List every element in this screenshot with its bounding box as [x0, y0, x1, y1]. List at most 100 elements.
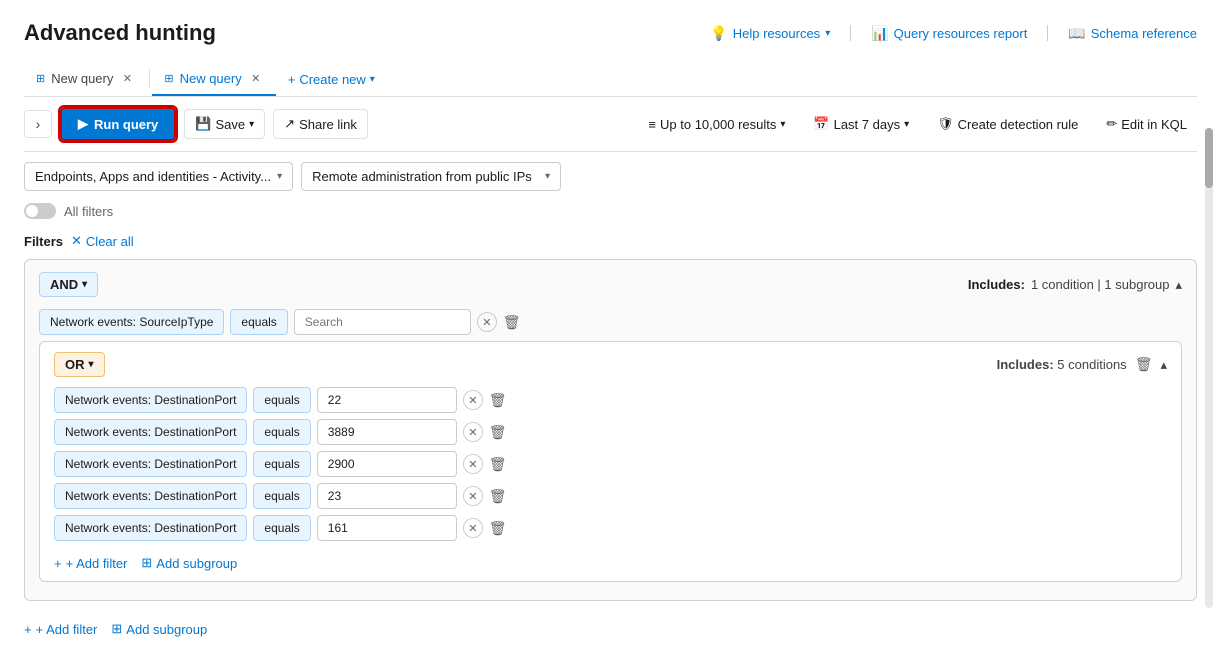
- all-filters-toggle[interactable]: [24, 203, 56, 219]
- sub-delete-0[interactable]: 🗑: [489, 392, 507, 409]
- and-chevron: ▾: [82, 279, 87, 290]
- top-condition-op: equals: [230, 309, 287, 335]
- sub-add-subgroup-icon: ⊞: [141, 555, 152, 571]
- sub-op-1: equals: [253, 419, 310, 445]
- subgroup-or: OR ▾ Includes: 5 conditions 🗑 ▴ Network …: [39, 341, 1182, 582]
- sub-op-2: equals: [253, 451, 310, 477]
- or-includes-text: Includes: 5 conditions 🗑 ▴: [997, 356, 1167, 373]
- sidebar-toggle-button[interactable]: ›: [24, 110, 52, 138]
- detection-label: Create detection rule: [958, 117, 1079, 132]
- bottom-add-filter-row: + + Add filter ⊞ Add subgroup: [24, 613, 1197, 637]
- share-label: Share link: [299, 117, 357, 132]
- all-filters-label: All filters: [64, 204, 113, 219]
- tab-close-2[interactable]: ✕: [248, 70, 264, 86]
- filters-heading: Filters ✕ Clear all: [24, 227, 1197, 255]
- schema-reference-link[interactable]: 📖 Schema reference: [1068, 25, 1197, 42]
- sub-value-0: 22: [317, 387, 457, 413]
- sub-add-filter-button[interactable]: + + Add filter: [54, 556, 127, 571]
- sub-delete-2[interactable]: 🗑: [489, 456, 507, 473]
- top-condition-field: Network events: SourceIpType: [39, 309, 224, 335]
- query-dropdown[interactable]: Remote administration from public IPs ▾: [301, 162, 561, 191]
- toolbar-right: ≡ Up to 10,000 results ▾ 📅 Last 7 days ▾…: [638, 110, 1197, 138]
- sub-op-0: equals: [253, 387, 310, 413]
- sub-clear-0[interactable]: ✕: [463, 390, 483, 410]
- top-condition-row: Network events: SourceIpType equals ✕ 🗑: [39, 309, 1182, 335]
- sub-delete-3[interactable]: 🗑: [489, 488, 507, 505]
- sub-clear-3[interactable]: ✕: [463, 486, 483, 506]
- clear-all-button[interactable]: ✕ Clear all: [71, 233, 134, 249]
- filters-label: Filters: [24, 234, 63, 249]
- schema-icon: 📖: [1068, 25, 1085, 42]
- bottom-add-filter-button[interactable]: + + Add filter: [24, 622, 97, 637]
- clear-label: Clear all: [86, 234, 134, 249]
- query-report-icon: 📊: [871, 25, 888, 42]
- sub-field-3: Network events: DestinationPort: [54, 483, 247, 509]
- run-query-button[interactable]: ▶ Run query: [60, 107, 176, 141]
- or-collapse-button[interactable]: ▴: [1160, 357, 1167, 373]
- query-dropdown-label: Remote administration from public IPs: [312, 169, 539, 184]
- sub-field-1: Network events: DestinationPort: [54, 419, 247, 445]
- bottom-add-subgroup-button[interactable]: ⊞ Add subgroup: [111, 621, 207, 637]
- sub-clear-1[interactable]: ✕: [463, 422, 483, 442]
- edit-kql-button[interactable]: ✏ Edit in KQL: [1096, 110, 1197, 138]
- bottom-add-filter-label: + Add filter: [36, 622, 98, 637]
- sub-condition-row-4: Network events: DestinationPort equals 1…: [54, 515, 1167, 541]
- sub-op-3: equals: [253, 483, 310, 509]
- plus-icon: +: [288, 72, 296, 87]
- top-condition-clear-button[interactable]: ✕: [477, 312, 497, 332]
- tab-icon-1: ⊞: [36, 72, 45, 85]
- sub-op-4: equals: [253, 515, 310, 541]
- sub-clear-2[interactable]: ✕: [463, 454, 483, 474]
- share-link-button[interactable]: ↗ Share link: [273, 109, 368, 139]
- sub-add-filter-row: + + Add filter ⊞ Add subgroup: [54, 547, 1167, 571]
- and-includes-text: Includes: 1 condition | 1 subgroup ▴: [968, 277, 1182, 293]
- or-label: OR: [65, 357, 85, 372]
- tab-label-2: New query: [180, 71, 242, 86]
- tab-icon-2: ⊞: [164, 72, 173, 85]
- results-dropdown[interactable]: ≡ Up to 10,000 results ▾: [638, 111, 795, 138]
- tab-new-query-2[interactable]: ⊞ New query ✕: [152, 62, 275, 96]
- help-icon: 💡: [710, 25, 727, 42]
- tab-close-1[interactable]: ✕: [119, 70, 135, 86]
- and-label: AND: [50, 277, 78, 292]
- and-collapse-button[interactable]: ▴: [1175, 277, 1182, 293]
- help-resources-link[interactable]: 💡 Help resources ▾: [710, 25, 830, 42]
- calendar-icon: 📅: [813, 116, 829, 132]
- kql-icon: ✏: [1106, 116, 1117, 132]
- tab-label-1: New query: [51, 71, 113, 86]
- results-icon: ≡: [648, 117, 656, 132]
- scrollbar-thumb[interactable]: [1205, 128, 1213, 188]
- includes-label: Includes:: [968, 277, 1025, 292]
- header-divider-2: [1047, 25, 1048, 41]
- sub-value-4: 161: [317, 515, 457, 541]
- category-dropdown[interactable]: Endpoints, Apps and identities - Activit…: [24, 162, 293, 191]
- sub-clear-4[interactable]: ✕: [463, 518, 483, 538]
- top-condition-delete-button[interactable]: 🗑: [503, 314, 521, 331]
- and-operator-badge[interactable]: AND ▾: [39, 272, 98, 297]
- page-title: Advanced hunting: [24, 20, 216, 46]
- filter-bar: Endpoints, Apps and identities - Activit…: [24, 152, 1197, 199]
- sub-field-0: Network events: DestinationPort: [54, 387, 247, 413]
- or-chevron: ▾: [89, 359, 94, 370]
- create-new-tab[interactable]: + Create new ▾: [276, 64, 387, 95]
- top-condition-value[interactable]: [294, 309, 471, 335]
- sub-condition-row-1: Network events: DestinationPort equals 3…: [54, 419, 1167, 445]
- bottom-add-subgroup-label: Add subgroup: [126, 622, 207, 637]
- sub-delete-4[interactable]: 🗑: [489, 520, 507, 537]
- sub-add-filter-icon: +: [54, 556, 62, 571]
- sub-add-subgroup-button[interactable]: ⊞ Add subgroup: [141, 555, 237, 571]
- play-icon: ▶: [78, 116, 88, 132]
- days-dropdown[interactable]: 📅 Last 7 days ▾: [803, 110, 919, 138]
- create-detection-button[interactable]: 🛡 Create detection rule: [927, 110, 1088, 138]
- tab-separator: [149, 69, 150, 89]
- query-resources-report-link[interactable]: 📊 Query resources report: [871, 25, 1027, 42]
- chevron-down-icon: ▾: [825, 28, 830, 39]
- query-dropdown-arrow: ▾: [545, 171, 550, 182]
- or-operator-badge[interactable]: OR ▾: [54, 352, 105, 377]
- or-delete-button[interactable]: 🗑: [1135, 356, 1153, 373]
- sub-delete-1[interactable]: 🗑: [489, 424, 507, 441]
- and-row: AND ▾ Includes: 1 condition | 1 subgroup…: [39, 272, 1182, 297]
- results-chevron: ▾: [780, 119, 785, 130]
- save-button[interactable]: 💾 Save ▾: [184, 109, 265, 139]
- tab-new-query-1[interactable]: ⊞ New query ✕: [24, 62, 147, 96]
